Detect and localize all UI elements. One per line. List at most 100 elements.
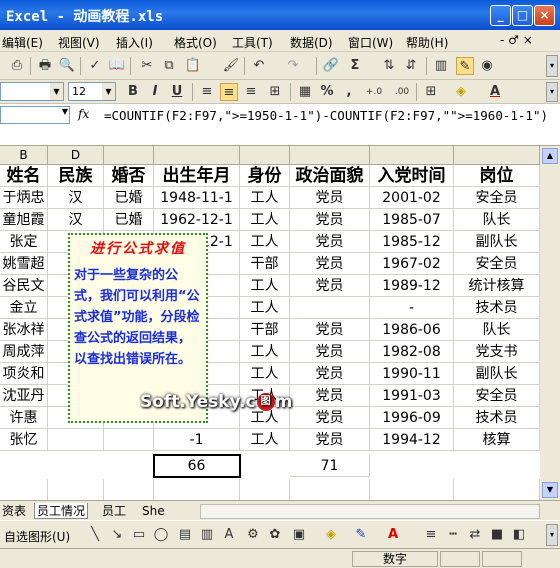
fx-icon[interactable]: fx: [78, 107, 89, 121]
table-cell[interactable]: 汉: [48, 209, 104, 231]
table-cell[interactable]: -: [370, 297, 454, 319]
table-cell[interactable]: 技术员: [454, 407, 540, 429]
print-icon[interactable]: ⎙: [8, 57, 26, 75]
table-cell[interactable]: 队长: [454, 209, 540, 231]
table-cell[interactable]: 工人: [240, 297, 290, 319]
shadow-icon[interactable]: ■: [488, 526, 506, 544]
table-cell[interactable]: 已婚: [104, 187, 154, 209]
scroll-down-icon[interactable]: ▼: [542, 482, 558, 498]
menu-edit[interactable]: 编辑(E): [2, 34, 43, 51]
percent-button[interactable]: %: [318, 83, 336, 101]
redo-icon[interactable]: ↷: [284, 57, 302, 75]
column-header[interactable]: B: [0, 146, 48, 165]
horizontal-scrollbar[interactable]: [200, 504, 540, 519]
chart-wizard-icon[interactable]: ▥: [432, 57, 450, 75]
3d-icon[interactable]: ◧: [510, 526, 528, 544]
comma-button[interactable]: ,: [340, 83, 358, 101]
column-header[interactable]: [240, 146, 290, 165]
empty-cell[interactable]: [370, 479, 454, 500]
empty-cell[interactable]: [154, 479, 240, 500]
align-left-icon[interactable]: ≡: [198, 83, 216, 101]
print-icon-2[interactable]: 🖶: [36, 57, 54, 75]
table-cell[interactable]: 1989-12: [370, 275, 454, 297]
table-cell[interactable]: 金立: [0, 297, 48, 319]
borders-icon[interactable]: ⊞: [422, 83, 440, 101]
table-cell[interactable]: 党员: [290, 363, 370, 385]
underline-button[interactable]: U: [168, 83, 186, 101]
menu-view[interactable]: 视图(V): [58, 34, 100, 51]
table-cell[interactable]: 工人: [240, 209, 290, 231]
font-color-icon[interactable]: A: [384, 526, 402, 544]
menu-window[interactable]: 窗口(W): [348, 34, 393, 51]
table-cell[interactable]: 安全员: [454, 187, 540, 209]
arrow-icon[interactable]: ↘: [108, 526, 126, 544]
table-cell[interactable]: 党员: [290, 275, 370, 297]
menu-insert[interactable]: 插入(I): [116, 34, 153, 51]
column-header[interactable]: [370, 146, 454, 165]
table-cell[interactable]: 1994-12: [370, 429, 454, 451]
table-cell[interactable]: 副队长: [454, 231, 540, 253]
table-cell[interactable]: 2001-02: [370, 187, 454, 209]
table-header-cell[interactable]: 政治面貌: [290, 165, 370, 187]
picture-icon[interactable]: ▣: [290, 526, 308, 544]
table-cell[interactable]: 党员: [290, 253, 370, 275]
toolbar-overflow-icon[interactable]: ▾: [546, 524, 558, 546]
tab-salary[interactable]: 资表: [0, 503, 28, 519]
toolbar-overflow-icon[interactable]: ▾: [546, 82, 558, 102]
table-cell[interactable]: 工人: [240, 363, 290, 385]
table-cell[interactable]: 工人: [240, 275, 290, 297]
table-cell[interactable]: 谷民文: [0, 275, 48, 297]
font-size-combo[interactable]: 12 ▼: [68, 82, 116, 101]
column-header[interactable]: [154, 146, 240, 165]
format-painter-icon[interactable]: 🖌: [222, 57, 240, 75]
cut-icon[interactable]: ✂: [138, 57, 156, 75]
scroll-up-icon[interactable]: ▲: [542, 148, 558, 164]
table-cell[interactable]: 安全员: [454, 385, 540, 407]
merge-center-icon[interactable]: ⊞: [266, 83, 284, 101]
autosum-icon[interactable]: Σ: [346, 57, 364, 75]
vertical-textbox-icon[interactable]: ▥: [198, 526, 216, 544]
column-header[interactable]: [454, 146, 540, 165]
line-icon[interactable]: ╲: [86, 526, 104, 544]
table-cell[interactable]: 党员: [290, 209, 370, 231]
table-cell[interactable]: 1982-08: [370, 341, 454, 363]
table-cell[interactable]: 1990-11: [370, 363, 454, 385]
table-cell[interactable]: 统计核算: [454, 275, 540, 297]
close-button[interactable]: ×: [534, 5, 555, 26]
vertical-scrollbar[interactable]: ▲ ▼: [540, 146, 560, 500]
table-cell[interactable]: 干部: [240, 319, 290, 341]
menu-tools[interactable]: 工具(T): [232, 34, 273, 51]
decrease-decimal-button[interactable]: .00 +.0: [390, 83, 414, 115]
formula-input[interactable]: =COUNTIF(F2:F97,">=1950-1-1")-COUNTIF(F2…: [104, 107, 556, 125]
table-cell[interactable]: 党员: [290, 341, 370, 363]
toolbar-overflow-icon[interactable]: ▾: [546, 55, 558, 77]
copy-icon[interactable]: ⧉: [160, 57, 178, 75]
spelling-icon[interactable]: ✓: [86, 57, 104, 75]
party-count-result[interactable]: 71: [290, 455, 370, 477]
minimize-button[interactable]: _: [490, 5, 511, 26]
diagram-icon[interactable]: ⚙: [244, 526, 262, 544]
font-name-combo[interactable]: ▼: [0, 82, 64, 101]
sort-ascending-icon[interactable]: ⇅: [380, 57, 398, 75]
increase-decimal-button[interactable]: +.0 .00: [362, 83, 386, 115]
table-cell[interactable]: 1996-09: [370, 407, 454, 429]
drawing-toggle-icon[interactable]: ✎: [456, 57, 474, 75]
table-cell[interactable]: 党员: [290, 187, 370, 209]
wordart-icon[interactable]: A: [220, 526, 238, 544]
table-cell[interactable]: 党员: [290, 407, 370, 429]
line-color-icon[interactable]: ✎: [352, 526, 370, 544]
doc-window-controls[interactable]: - ♂ ×: [500, 33, 533, 47]
table-header-cell[interactable]: 岗位: [454, 165, 540, 187]
table-cell[interactable]: 已婚: [104, 209, 154, 231]
empty-cell[interactable]: [240, 479, 290, 500]
align-center-icon[interactable]: ≡: [220, 83, 238, 101]
table-cell[interactable]: 张定: [0, 231, 48, 253]
font-color-button[interactable]: A: [486, 83, 504, 101]
table-cell[interactable]: 1985-12: [370, 231, 454, 253]
table-cell[interactable]: 1991-03: [370, 385, 454, 407]
rectangle-icon[interactable]: ▭: [130, 526, 148, 544]
paste-icon[interactable]: 📋: [184, 57, 202, 75]
empty-cell[interactable]: [0, 479, 48, 500]
camera-icon[interactable]: ◉: [478, 57, 496, 75]
table-cell[interactable]: [48, 429, 104, 451]
